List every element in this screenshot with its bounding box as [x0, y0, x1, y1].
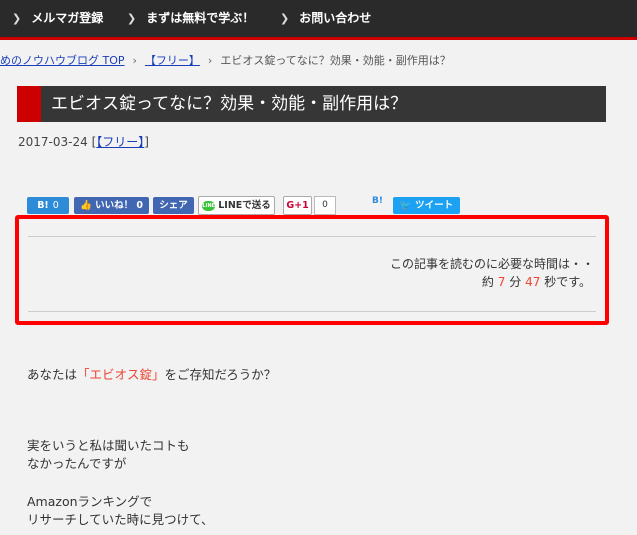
title-accent — [17, 86, 41, 122]
article-date: 2017-03-24 — [18, 135, 88, 149]
reading-time-seconds: 47 — [525, 275, 541, 289]
article-category-link[interactable]: 【フリー】 — [96, 135, 144, 149]
tweet-label: ツイート — [415, 200, 454, 211]
reading-time-prefix: 約 — [481, 275, 494, 289]
reading-time-value: 約 7 分 47 秒です。 — [482, 273, 591, 290]
category-bracket-close: ] — [144, 135, 149, 149]
nav-item-contact[interactable]: ❯ お問い合わせ — [280, 0, 371, 37]
breadcrumb-home-link[interactable]: めのノウハウブログ TOP — [0, 54, 125, 67]
hatena-bookmark-button[interactable]: B! 0 — [27, 197, 69, 214]
breadcrumb-category-link[interactable]: 【フリー】 — [145, 54, 200, 67]
fb-like-count: 0 — [136, 200, 144, 211]
tweet-button[interactable]: 🐦 ツイート — [393, 197, 460, 214]
page-title: エビオス錠ってなに？効果・効能・副作用は？ — [51, 94, 408, 114]
paragraph-line: リサーチしていた時に見つけて、 — [27, 512, 214, 527]
paragraph-line: Amazonランキングで — [27, 494, 153, 509]
paragraph-text: をご存知だろうか？ — [164, 367, 277, 382]
paragraph-line: なかったんですが — [27, 456, 127, 471]
nav-item-free-learn[interactable]: ❯ まずは無料で学ぶ！ — [127, 0, 254, 37]
google-plus-count: 0 — [314, 196, 336, 215]
chevron-right-icon: ❯ — [280, 12, 290, 25]
line-share-button[interactable]: LINE LINEで送る — [198, 196, 275, 215]
fb-like-label: いいね！ — [95, 200, 134, 211]
line-label: LINEで送る — [218, 200, 271, 211]
google-plus-button[interactable]: G+1 — [283, 196, 312, 215]
paragraph-line: 実をいうと私は聞いたコトも — [27, 438, 190, 453]
reading-time-intro: この記事を読むのに必要な時間は・・ — [389, 257, 594, 271]
paragraph-text: あなたは — [27, 367, 78, 382]
highlighted-text: 「エビオス錠」 — [77, 367, 165, 382]
breadcrumb-current: エビオス錠ってなに？効果・効能・副作用は？ — [220, 54, 451, 67]
reading-time-minutes-unit: 分 — [509, 275, 522, 289]
divider — [28, 311, 596, 312]
divider — [28, 236, 596, 237]
line-icon: LINE — [202, 200, 216, 211]
reading-time-seconds-unit: 秒です。 — [544, 275, 591, 289]
thumbs-up-icon: 👍 — [79, 200, 92, 211]
reading-time-box: この記事を読むのに必要な時間は・・ 約 7 分 47 秒です。 — [15, 215, 609, 325]
hatena-icon: B! — [37, 200, 49, 211]
nav-item-label: メルマガ登録 — [31, 11, 104, 25]
hatena-bookmark-icon[interactable]: B! — [372, 196, 383, 206]
body-paragraph: Amazonランキングで リサーチしていた時に見つけて、 — [27, 493, 214, 529]
article-title-bar: エビオス錠ってなに？効果・効能・副作用は？ — [17, 86, 606, 122]
top-nav: ❯ メルマガ登録 ❯ まずは無料で学ぶ！ ❯ お問い合わせ — [0, 0, 637, 40]
article-meta: 2017-03-24 [【フリー】] — [18, 133, 149, 150]
reading-time-minutes: 7 — [497, 275, 506, 289]
body-paragraph: あなたは「エビオス錠」をご存知だろうか？ — [27, 366, 276, 384]
facebook-like-button[interactable]: 👍 いいね！ 0 — [74, 197, 149, 214]
chevron-right-icon: ❯ — [12, 12, 22, 25]
nav-item-label: お問い合わせ — [299, 11, 372, 25]
twitter-bird-icon: 🐦 — [399, 200, 412, 211]
chevron-right-icon: ❯ — [127, 12, 137, 25]
body-paragraph: 実をいうと私は聞いたコトも なかったんですが — [27, 437, 190, 473]
facebook-share-button[interactable]: シェア — [153, 197, 194, 214]
nav-item-mailmag[interactable]: ❯ メルマガ登録 — [12, 0, 103, 37]
hatena-count: 0 — [52, 200, 59, 211]
breadcrumb-separator: › — [132, 54, 137, 67]
breadcrumb-separator: › — [207, 54, 213, 67]
breadcrumb: めのノウハウブログ TOP › 【フリー】 › エビオス錠ってなに？効果・効能・副作用は… — [0, 52, 451, 68]
nav-item-label: まずは無料で学ぶ！ — [146, 11, 255, 25]
